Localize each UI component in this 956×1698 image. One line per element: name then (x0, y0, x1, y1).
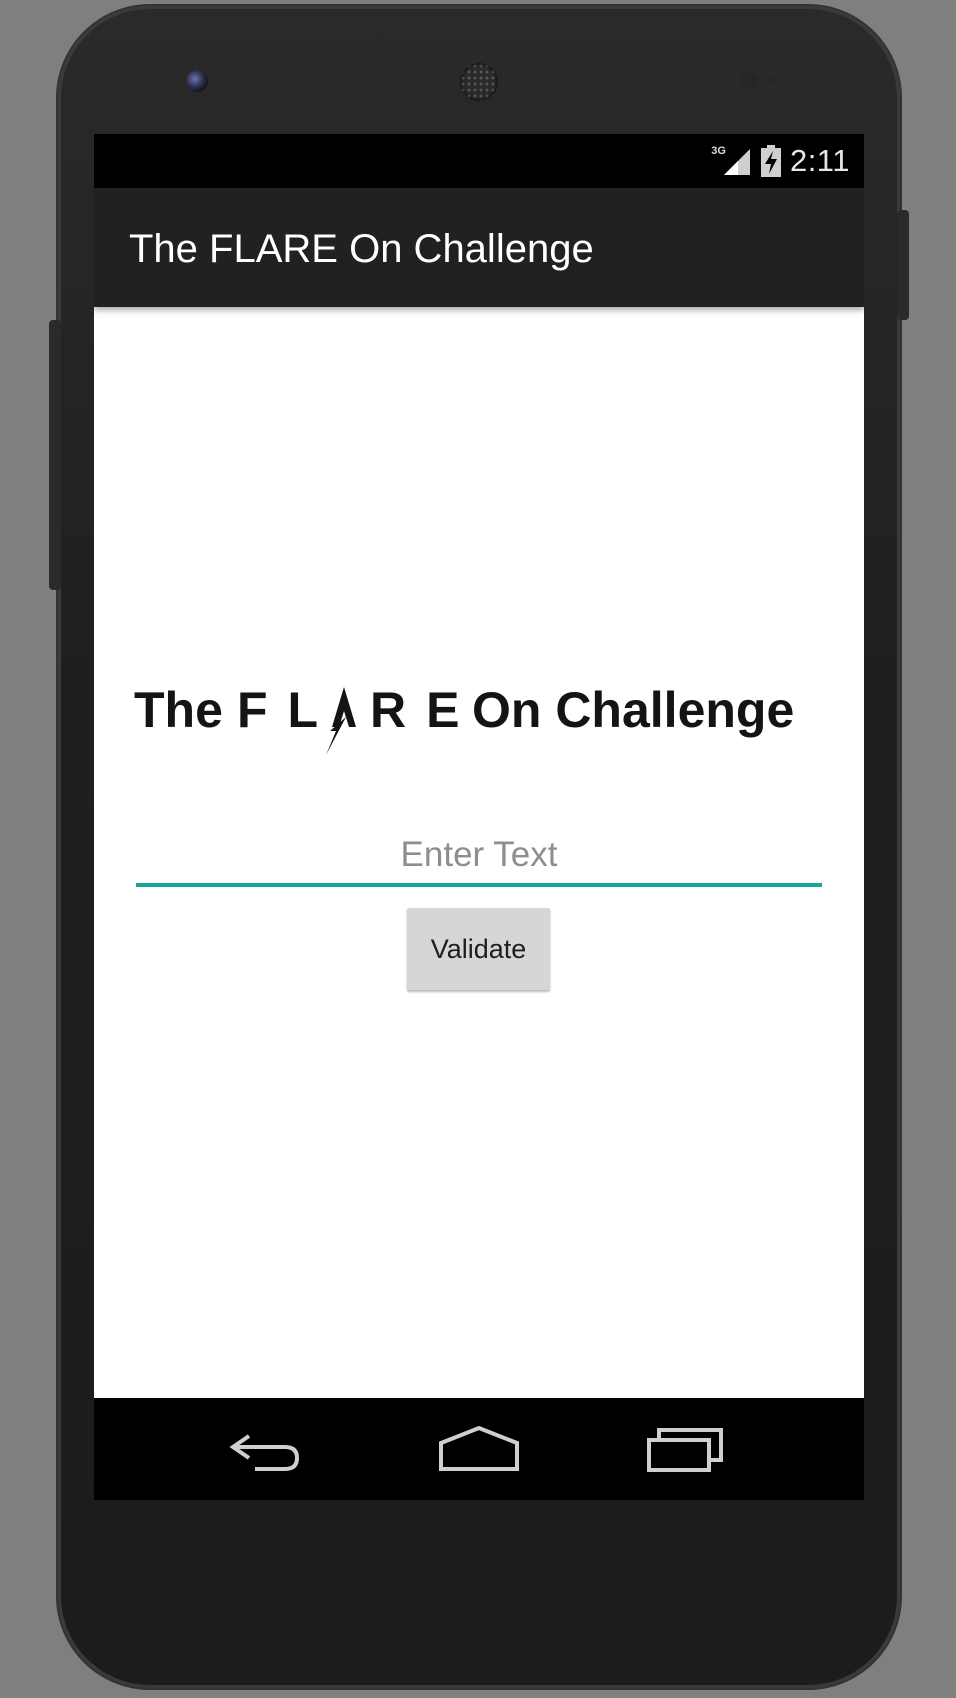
power-button (897, 210, 909, 320)
svg-text:FL: FL (237, 682, 338, 738)
validate-button[interactable]: Validate (407, 908, 550, 990)
signal-icon (723, 149, 750, 175)
app-title: The FLARE On Challenge (129, 227, 594, 271)
home-icon (439, 1425, 519, 1471)
navigation-bar (94, 1398, 864, 1500)
battery-charging-icon (760, 145, 781, 177)
volume-button (49, 320, 61, 590)
front-camera (186, 70, 208, 92)
svg-text:RE: RE (370, 682, 479, 738)
light-sensor (770, 76, 778, 84)
svg-text:The: The (134, 682, 223, 738)
recents-icon (647, 1428, 723, 1472)
back-icon (229, 1434, 300, 1471)
clock: 2:11 (789, 143, 850, 178)
network-type-label: 3G (711, 145, 726, 157)
flare-on-logo: The FL RE On Challenge (134, 682, 794, 755)
status-bar: 3G 2:11 (94, 134, 864, 188)
recents-button[interactable] (630, 1418, 740, 1480)
earpiece-speaker (460, 63, 498, 101)
home-button[interactable] (424, 1418, 534, 1480)
flag-input[interactable] (136, 827, 822, 883)
status-icons: 3G 2:11 (711, 134, 850, 188)
flag-input-field[interactable] (136, 827, 822, 887)
action-bar: The FLARE On Challenge (94, 188, 864, 307)
proximity-sensor (740, 73, 758, 87)
device-screen: 3G 2:11 The FLARE On Challenge The FL RE… (94, 134, 864, 1500)
svg-text:On Challenge: On Challenge (472, 682, 794, 738)
back-button[interactable] (210, 1418, 320, 1480)
